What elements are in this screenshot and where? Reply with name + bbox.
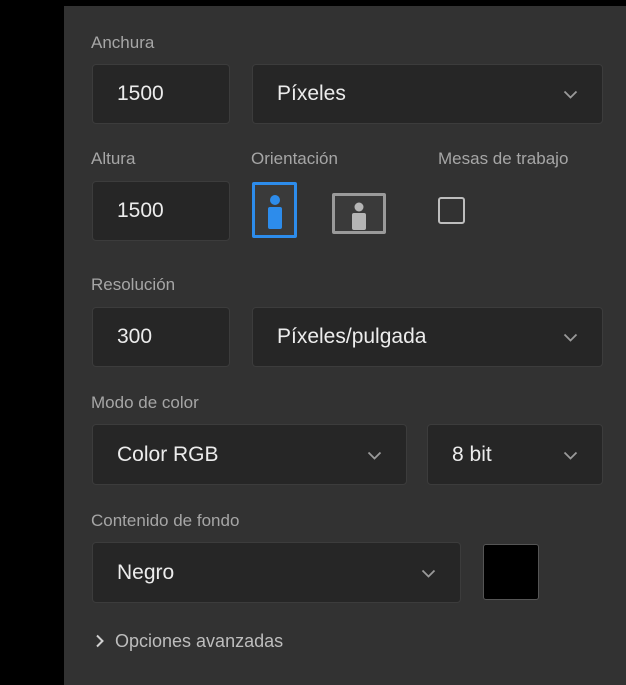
- resolution-value: 300: [117, 325, 153, 348]
- chevron-down-icon: [563, 451, 578, 460]
- height-label: Altura: [91, 149, 136, 168]
- width-label: Anchura: [91, 33, 155, 52]
- resolution-unit-dropdown[interactable]: Píxeles/pulgada: [252, 307, 603, 367]
- width-unit-value: Píxeles: [277, 82, 346, 105]
- landscape-orientation-icon: [352, 202, 366, 230]
- orientation-label: Orientación: [251, 149, 338, 168]
- portrait-orientation-button[interactable]: [252, 182, 297, 238]
- new-document-settings-panel: Anchura 1500 Píxeles Altura Orientación …: [64, 6, 626, 685]
- artboards-checkbox[interactable]: [438, 197, 465, 224]
- resolution-label: Resolución: [91, 275, 176, 294]
- advanced-options-toggle[interactable]: Opciones avanzadas: [95, 630, 283, 652]
- height-value: 1500: [117, 199, 164, 222]
- width-value: 1500: [117, 82, 164, 105]
- chevron-down-icon: [563, 333, 578, 342]
- landscape-orientation-button[interactable]: [332, 193, 386, 234]
- chevron-down-icon: [367, 451, 382, 460]
- width-unit-dropdown[interactable]: Píxeles: [252, 64, 603, 124]
- height-input[interactable]: 1500: [92, 181, 230, 241]
- background-contents-value: Negro: [117, 560, 175, 584]
- background-contents-dropdown[interactable]: Negro: [92, 542, 461, 603]
- background-color-swatch[interactable]: [483, 544, 539, 600]
- advanced-options-label: Opciones avanzadas: [115, 631, 284, 651]
- color-mode-label: Modo de color: [91, 393, 199, 412]
- bit-depth-value: 8 bit: [452, 442, 492, 466]
- chevron-right-icon: [96, 634, 104, 648]
- chevron-down-icon: [421, 569, 436, 578]
- background-contents-label: Contenido de fondo: [91, 511, 240, 530]
- chevron-down-icon: [563, 90, 578, 99]
- color-mode-dropdown[interactable]: Color RGB: [92, 424, 407, 485]
- color-mode-value: Color RGB: [117, 442, 219, 466]
- width-input[interactable]: 1500: [92, 64, 230, 124]
- portrait-orientation-icon: [267, 195, 282, 229]
- artboards-label: Mesas de trabajo: [438, 149, 569, 168]
- bit-depth-dropdown[interactable]: 8 bit: [427, 424, 603, 485]
- resolution-unit-value: Píxeles/pulgada: [277, 325, 427, 348]
- resolution-input[interactable]: 300: [92, 307, 230, 367]
